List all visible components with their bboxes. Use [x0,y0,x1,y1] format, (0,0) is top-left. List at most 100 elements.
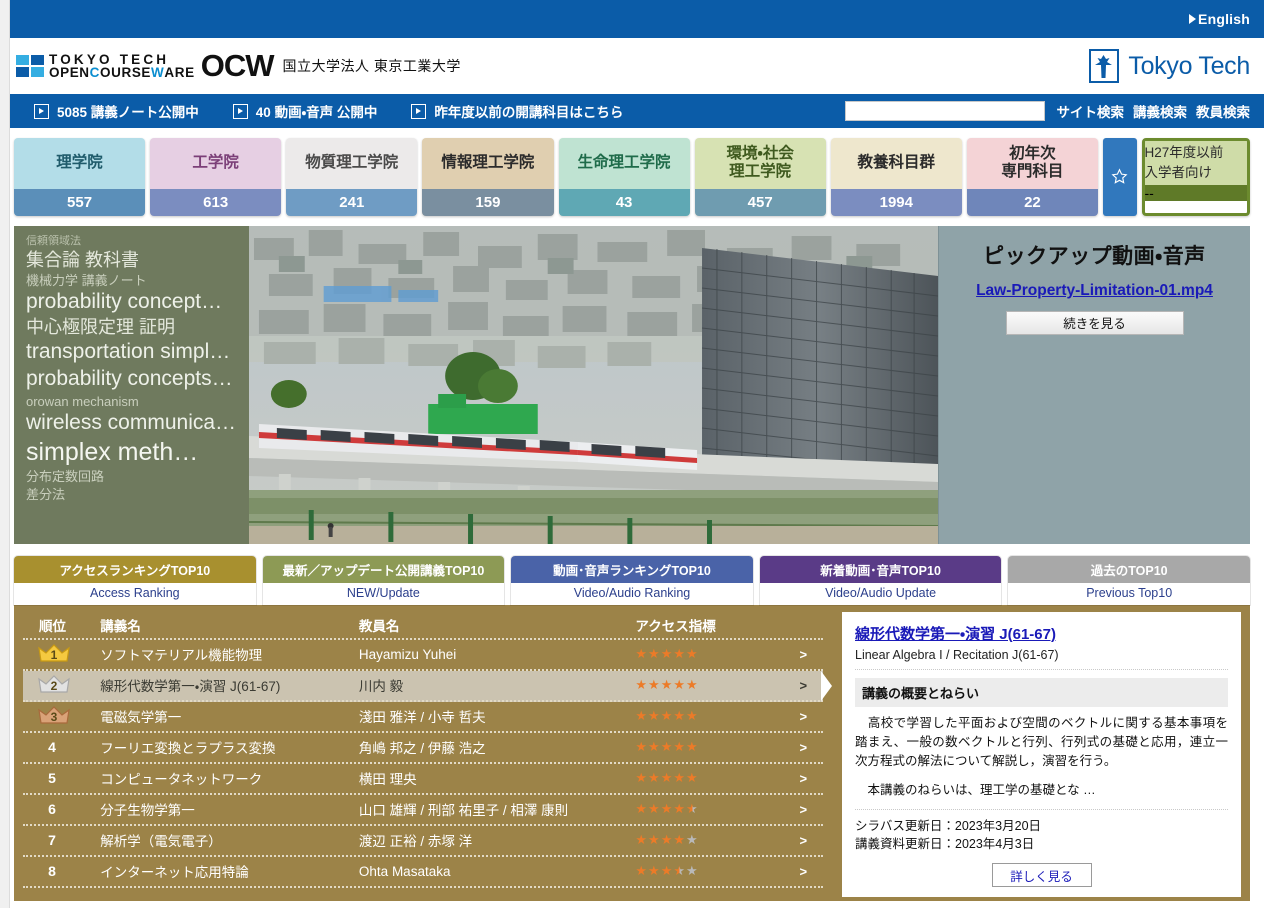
nav-item-label: 40 動画・音声 公開中 [255,105,378,120]
teacher-search-link[interactable]: 教員検索 [1196,101,1250,121]
crown-icon: 3 [37,704,71,728]
tab-new-update[interactable]: 最新／アップデート公開講義TOP10 NEW/Update [262,555,505,605]
school-tile-computing[interactable]: 情報理工学院 159 [422,138,554,216]
school-tile-science[interactable]: 理学院 557 [14,138,146,216]
ocw-logo[interactable]: TOKYO TECH OPENCOURSEWARE OCW [16,48,274,84]
english-label: English [1198,11,1250,27]
school-tile-name: 工学院 [192,154,239,172]
lecture-search-link[interactable]: 講義検索 [1133,101,1187,121]
keyword-item[interactable]: probability concepts… [26,367,239,392]
school-tile-life-science[interactable]: 生命理工学院 43 [558,138,690,216]
access-rating: ★★★★★ [635,770,699,786]
h27-tile-count: -- [1144,185,1248,201]
course-title: コンピュータネットワーク [100,772,263,788]
logo-line-tokyo-tech: TOKYO TECH [49,51,170,67]
keyword-item[interactable]: transportation simpl… [26,340,239,365]
row-chevron-icon[interactable]: > [784,647,824,662]
pickup-more-button[interactable]: 続きを見る [1005,310,1184,335]
tab-previous-top10[interactable]: 過去のTOP10 Previous Top10 [1008,555,1250,605]
logo-bar: TOKYO TECH OPENCOURSEWARE OCW 国立大学法人 東京工… [0,38,1264,94]
row-chevron-icon[interactable]: > [784,740,824,755]
table-row[interactable]: 3 電磁気学第一 淺田 雅洋 / 小寺 哲夫 ★★★★★ > [23,702,823,733]
row-chevron-icon[interactable]: > [784,678,824,693]
star-outline-icon [1111,168,1128,185]
browser-left-edge [0,0,10,908]
keyword-item[interactable]: orowan mechanism [26,394,239,409]
campus-hero-image [249,225,938,544]
school-tile-name: 初年次 専門科目 [1001,145,1064,181]
row-chevron-icon[interactable]: > [784,771,824,786]
row-chevron-icon[interactable]: > [784,833,824,848]
keyword-item[interactable]: probability concept… [26,290,239,315]
search-input[interactable] [845,102,1044,120]
keyword-item[interactable]: 信頼領域法 [26,235,239,248]
search-input-wrapper[interactable] [844,101,1045,121]
rank-number: 6 [48,801,56,818]
tab-video-audio-update[interactable]: 新着動画･音声TOP10 Video/Audio Update [759,555,1002,605]
keyword-item[interactable]: wireless communica… [26,411,239,436]
school-tile-name: 環境・社会 理工学院 [726,145,794,181]
keyword-item[interactable]: 差分法 [26,487,239,502]
table-row[interactable]: 1 ソフトマテリアル機能物理 Hayamizu Yuhei ★★★★★ > [23,640,823,671]
detail-paragraph-2: 本講義のねらいは、理工学の基礎とな … [855,782,1096,797]
pickup-file-link[interactable]: Law-Property-Limitation-01.mp4 [976,282,1213,300]
table-row[interactable]: 7 解析学（電気電子） 渡辺 正裕 / 赤塚 洋 ★★★★★ > [23,826,823,857]
school-tile-liberal-arts[interactable]: 教養科目群 1994 [830,138,962,216]
access-rating: ★★★★★ [635,708,699,724]
row-chevron-icon[interactable]: > [784,802,824,817]
course-title: ソフトマテリアル機能物理 [100,648,263,664]
school-tile-engineering[interactable]: 工学院 613 [150,138,282,216]
play-box-icon [232,103,248,119]
row-chevron-icon[interactable]: > [784,709,824,724]
table-row[interactable]: 8 インターネット応用特論 Ohta Masataka ★★★★★ > [23,857,823,888]
tab-label-ja: 過去のTOP10 [1008,555,1250,583]
access-rating: ★★★★★ [635,646,699,662]
rank-number: 3 [50,710,58,725]
school-tile-count: 1994 [830,188,962,216]
keyword-item[interactable]: 中心極限定理 証明 [26,317,239,338]
h27-tile[interactable]: H27年度以前 入学者向け -- [1141,138,1251,216]
nav-item-video-audio[interactable]: 40 動画・音声 公開中 [232,101,378,121]
tab-label-ja: 新着動画･音声TOP10 [759,555,1002,583]
school-tile-first-year[interactable]: 初年次 専門科目 22 [966,138,1098,216]
crown-icon: 1 [37,642,71,666]
material-update-date: 講義資料更新日：2023年4月3日 [855,837,1035,852]
tab-label-ja: 最新／アップデート公開講義TOP10 [262,555,505,583]
keyword-item[interactable]: 分布定数回路 [26,469,239,484]
nav-item-lecture-notes[interactable]: 5085 講義ノート公開中 [34,101,199,121]
keyword-item[interactable]: 機械力学 講義ノート [26,273,239,288]
keyword-item[interactable]: 集合論 教科書 [26,250,239,271]
main-nav-bar: 5085 講義ノート公開中 40 動画・音声 公開中 昨年度以前の開講科目はこち… [0,94,1264,128]
teacher-name: 山口 雄輝 / 刑部 祐里子 / 相澤 康則 [358,803,569,819]
school-tile-environment-society[interactable]: 環境・社会 理工学院 457 [694,138,826,216]
tab-video-audio-ranking[interactable]: 動画･音声ランキングTOP10 Video/Audio Ranking [511,555,753,605]
row-chevron-icon[interactable]: > [784,864,824,879]
detail-title-link[interactable]: 線形代数学第一・演習 J(61-67) [855,623,1228,644]
site-search-link[interactable]: サイト検索 [1057,101,1125,121]
favorites-tile[interactable] [1103,138,1137,216]
tab-access-ranking[interactable]: アクセスランキングTOP10 Access Ranking [14,555,256,605]
course-title: インターネット応用特論 [100,865,249,881]
nav-item-previous-courses[interactable]: 昨年度以前の開講科目はこちら [411,101,623,121]
ranking-body: 順位 講義名 教員名 アクセス指標 1 ソフトマテリアル機能物理 Hayamizu … [14,604,1250,901]
course-title: 解析学（電気電子） [100,834,222,850]
col-header-teacher: 教員名 [358,618,400,634]
table-row[interactable]: 2 線形代数学第一・演習 J(61-67) 川内 毅 ★★★★★ > [23,670,832,702]
school-tile-count: 43 [558,188,690,216]
english-link[interactable]: English [1189,11,1250,27]
ranking-table: 順位 講義名 教員名 アクセス指標 1 ソフトマテリアル機能物理 Hayamizu … [23,612,832,901]
table-row[interactable]: 6 分子生物学第一 山口 雄輝 / 刑部 祐里子 / 相澤 康則 ★★★★★ > [23,795,823,826]
table-row[interactable]: 4 フーリエ変換とラプラス変換 角嶋 邦之 / 伊藤 浩之 ★★★★★ > [23,733,823,764]
syllabus-update-date: シラバス更新日：2023年3月20日 [855,818,1042,833]
tokyo-tech-brand[interactable]: Tokyo Tech [1089,49,1250,83]
site-logo[interactable]: TOKYO TECH OPENCOURSEWARE OCW 国立大学法人 東京工… [16,48,461,84]
ocw-wordmark: TOKYO TECH OPENCOURSEWARE [49,51,195,80]
school-tile-materials[interactable]: 物質理工学院 241 [286,138,418,216]
access-rating: ★★★★★ [635,832,699,848]
teacher-name: 横田 理央 [358,772,417,788]
access-rating: ★★★★★ [635,677,699,693]
keyword-item[interactable]: simplex meth… [26,438,239,468]
table-row[interactable]: 5 コンピュータネットワーク 横田 理央 ★★★★★ > [23,764,823,795]
detail-more-button[interactable]: 詳しく見る [991,863,1092,888]
school-tile-name: 教養科目群 [857,154,936,172]
